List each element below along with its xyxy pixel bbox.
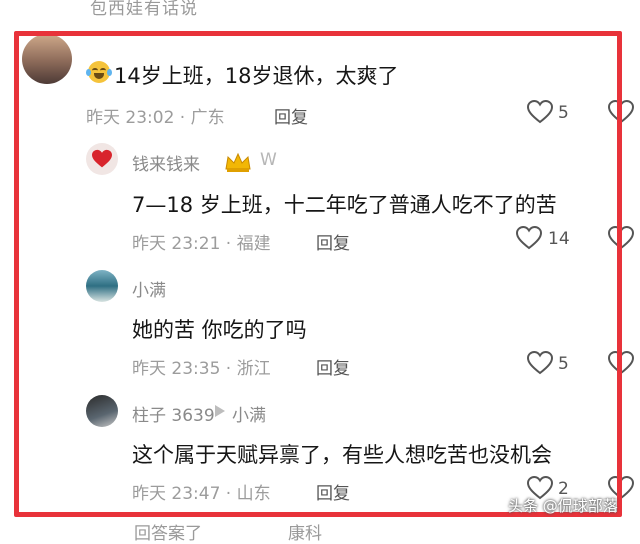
like-count: 14	[548, 229, 570, 249]
username[interactable]: 钱来钱来	[132, 150, 200, 175]
cropped-text-bottom-right: 康科	[288, 524, 322, 544]
avatar[interactable]	[86, 395, 118, 427]
comment-text: 14岁上班，18岁退休，太爽了	[114, 64, 399, 88]
reply-arrow-icon	[215, 405, 225, 417]
reply-button[interactable]: 回复	[316, 354, 350, 379]
reply-to-username[interactable]: 小满	[232, 401, 266, 426]
dislike-heart-icon[interactable]	[608, 351, 634, 375]
crying-laughing-emoji-icon	[86, 61, 112, 83]
comment-time-location: 昨天 23:35 · 浙江	[132, 359, 271, 379]
like-heart-icon[interactable]	[527, 100, 553, 124]
comment-text: 这个属于天赋异禀了，有些人想吃苦也没机会	[132, 443, 552, 467]
comment-text: 她的苦 你吃的了吗	[132, 318, 307, 342]
comment-time-location: 昨天 23:47 · 山东	[132, 484, 271, 504]
like-count: 5	[558, 103, 569, 123]
w-badge: W	[260, 150, 277, 170]
comment-time-location: 昨天 23:02 · 广东	[86, 108, 225, 128]
reply-button[interactable]: 回复	[274, 103, 308, 128]
like-heart-icon[interactable]	[516, 226, 542, 250]
comment-time-location: 昨天 23:21 · 福建	[132, 234, 271, 254]
avatar[interactable]	[86, 143, 118, 175]
watermark: 头条 @侃球部落	[508, 497, 618, 515]
avatar[interactable]	[86, 270, 118, 302]
avatar[interactable]	[22, 34, 72, 84]
dislike-heart-icon[interactable]	[608, 226, 634, 250]
reply-button[interactable]: 回复	[316, 479, 350, 504]
reply-button[interactable]: 回复	[316, 229, 350, 254]
cropped-text-bottom-left: 回答案了	[134, 524, 202, 544]
dislike-heart-icon[interactable]	[608, 100, 634, 124]
like-heart-icon[interactable]	[527, 351, 553, 375]
username[interactable]: 小满	[132, 276, 166, 301]
crown-icon	[225, 152, 251, 172]
cropped-username-top: 包西娃有话说	[90, 0, 198, 19]
heart-avatar-icon	[92, 149, 112, 168]
comment-text: 7—18 岁上班，十二年吃了普通人吃不了的苦	[132, 193, 557, 217]
like-count: 5	[558, 354, 569, 374]
username[interactable]: 柱子 3639	[132, 401, 215, 426]
